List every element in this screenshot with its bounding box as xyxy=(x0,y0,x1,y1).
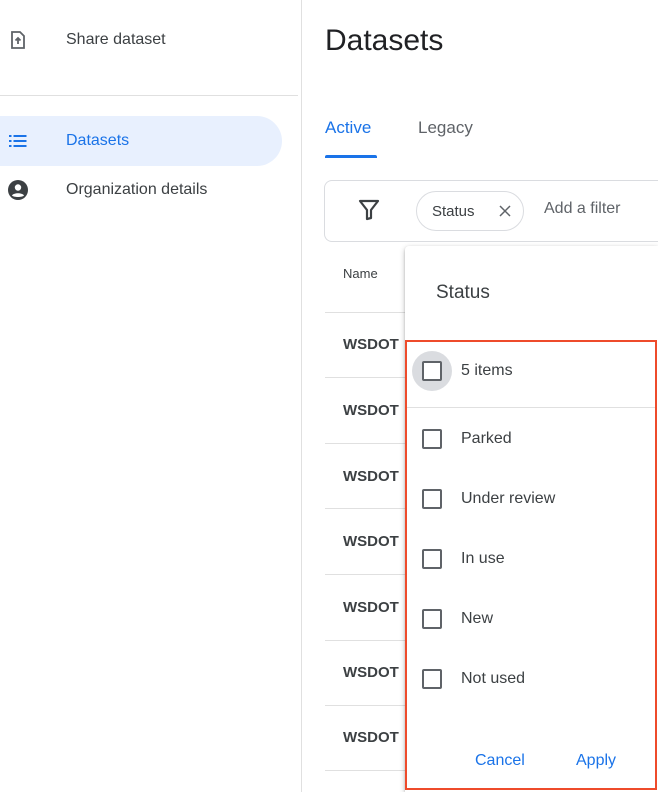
select-all-option[interactable]: 5 items xyxy=(412,351,652,391)
table-row[interactable]: WSDOT xyxy=(343,533,405,550)
option-label: New xyxy=(461,610,494,627)
tab-active[interactable]: Active xyxy=(325,118,371,138)
tab-legacy[interactable]: Legacy xyxy=(418,118,473,138)
option-new[interactable]: New xyxy=(412,599,652,639)
share-upload-icon xyxy=(8,30,28,50)
sidebar-item-label: Organization details xyxy=(66,181,208,198)
cancel-button[interactable]: Cancel xyxy=(475,752,525,770)
option-in-use[interactable]: In use xyxy=(412,539,652,579)
page-title: Datasets xyxy=(325,24,444,57)
list-icon xyxy=(8,131,28,151)
table-row[interactable]: WSDOT xyxy=(343,729,405,746)
apply-button[interactable]: Apply xyxy=(576,752,616,770)
option-label: Not used xyxy=(461,670,526,687)
row-divider xyxy=(325,770,415,771)
option-label: Under review xyxy=(461,490,556,507)
table-row[interactable]: WSDOT xyxy=(343,336,405,353)
sidebar-item-share-dataset[interactable]: Share dataset xyxy=(0,15,300,65)
option-label: 5 items xyxy=(461,362,513,379)
checkbox[interactable] xyxy=(412,599,452,639)
row-divider xyxy=(325,508,415,509)
option-label: Parked xyxy=(461,430,512,447)
status-filter-popup: Status xyxy=(405,246,658,792)
active-tab-indicator xyxy=(325,155,377,158)
sidebar-item-organization-details[interactable]: Organization details xyxy=(0,165,300,215)
table-row[interactable]: WSDOT xyxy=(343,599,405,616)
sidebar-item-label: Share dataset xyxy=(66,31,166,48)
checkbox[interactable] xyxy=(412,539,452,579)
option-parked[interactable]: Parked xyxy=(412,419,652,459)
table-row[interactable]: WSDOT xyxy=(343,402,405,419)
checkbox[interactable] xyxy=(412,419,452,459)
status-filter-chip[interactable]: Status xyxy=(416,191,524,231)
row-divider xyxy=(325,312,415,313)
popup-divider xyxy=(405,407,657,408)
table-row[interactable]: WSDOT xyxy=(343,468,405,485)
select-all-checkbox[interactable] xyxy=(412,351,452,391)
table-row[interactable]: WSDOT xyxy=(343,664,405,681)
sidebar-item-datasets[interactable]: Datasets xyxy=(0,116,282,166)
sidebar: Share dataset Datasets Organization deta… xyxy=(0,0,302,792)
sidebar-divider xyxy=(0,95,298,96)
option-label: In use xyxy=(461,550,505,567)
account-circle-icon xyxy=(8,180,28,200)
checkbox[interactable] xyxy=(412,479,452,519)
option-under-review[interactable]: Under review xyxy=(412,479,652,519)
row-divider xyxy=(325,705,415,706)
add-filter-input[interactable]: Add a filter xyxy=(544,200,620,218)
close-icon[interactable] xyxy=(497,203,513,219)
filter-icon[interactable] xyxy=(358,198,380,222)
option-not-used[interactable]: Not used xyxy=(412,659,652,699)
row-divider xyxy=(325,640,415,641)
row-divider xyxy=(325,574,415,575)
popup-title: Status xyxy=(436,282,490,303)
chip-label: Status xyxy=(432,202,475,220)
row-divider xyxy=(325,377,415,378)
row-divider xyxy=(325,443,415,444)
column-header-name[interactable]: Name xyxy=(343,266,378,281)
checkbox[interactable] xyxy=(412,659,452,699)
sidebar-item-label: Datasets xyxy=(66,132,130,149)
